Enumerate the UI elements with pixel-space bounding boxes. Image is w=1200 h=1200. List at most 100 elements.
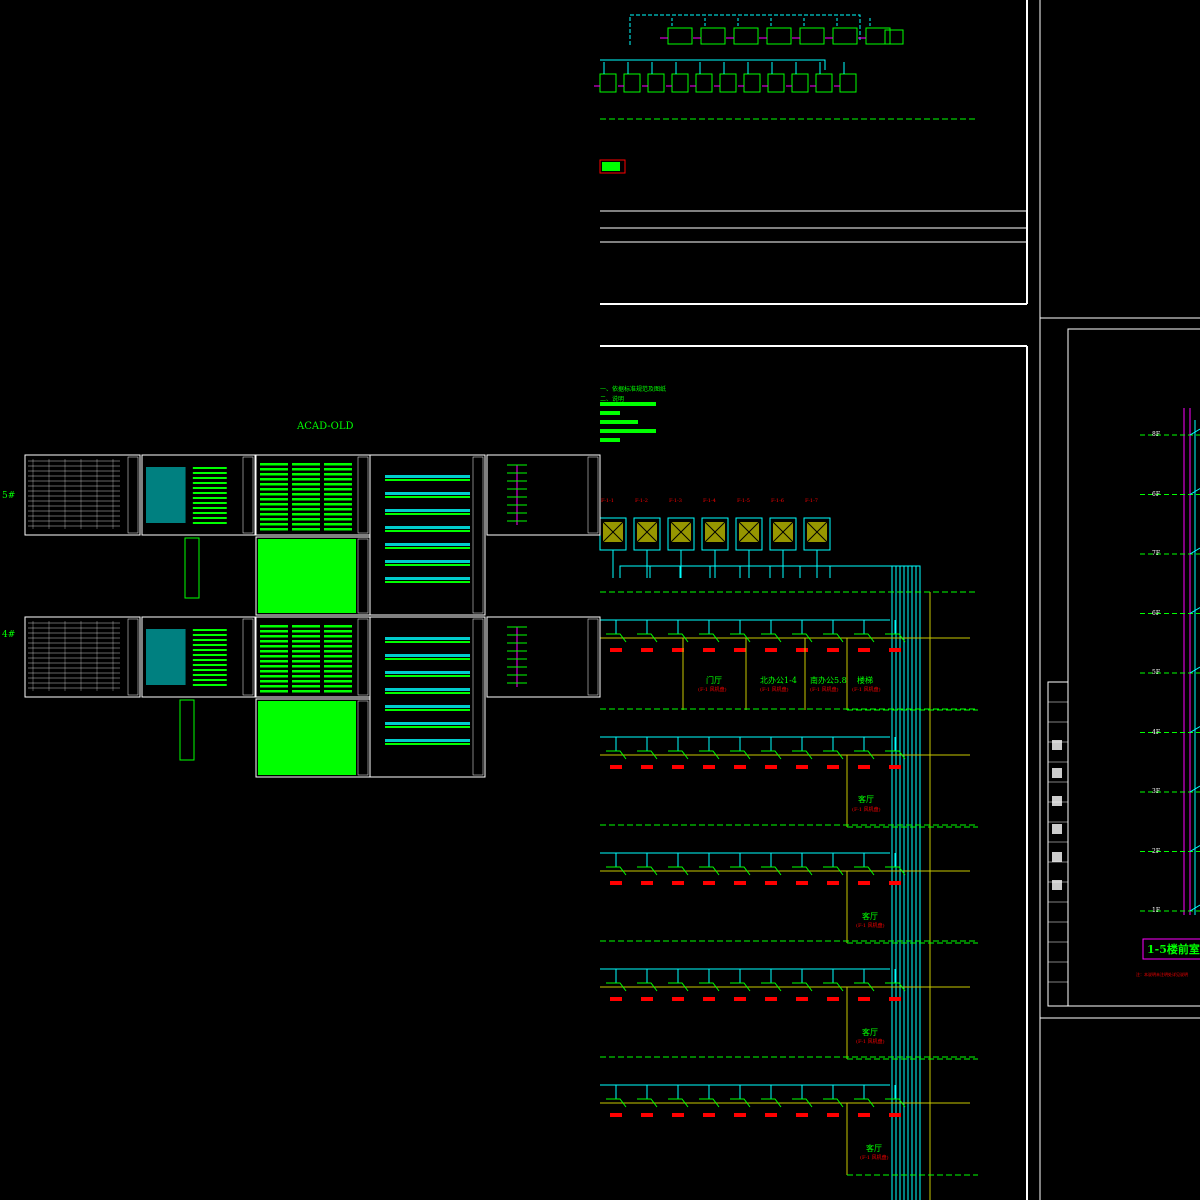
riser-floor-label: 7F bbox=[1152, 550, 1160, 557]
fan-coil-tag bbox=[672, 997, 684, 1001]
unit-tag: F-1-7 bbox=[805, 498, 818, 504]
unit-tag: F-1-5 bbox=[737, 498, 750, 504]
riser-floor-label: 8F bbox=[1152, 431, 1160, 438]
fan-coil-box bbox=[671, 73, 689, 93]
fan-coil-tag bbox=[703, 997, 715, 1001]
fan-coil-tag bbox=[827, 997, 839, 1001]
fan-coil-tag bbox=[672, 648, 684, 652]
fan-coil-tag bbox=[889, 648, 901, 652]
fan-coil-tag bbox=[641, 765, 653, 769]
fan-coil-box bbox=[832, 27, 858, 45]
title-block-text bbox=[1052, 796, 1062, 806]
room-sub-hall-4: (F-1 风机盘) bbox=[856, 1039, 885, 1045]
fan-coil-tag bbox=[734, 881, 746, 885]
title-block-text bbox=[1052, 824, 1062, 834]
fan-coil-tag bbox=[641, 997, 653, 1001]
sheet-legend-strip bbox=[179, 699, 195, 761]
room-sub-stair: (F-1 风机盘) bbox=[852, 687, 881, 693]
room-label-hall-2: 客厅 bbox=[858, 795, 874, 804]
room-label-hall-5: 客厅 bbox=[866, 1144, 882, 1153]
room-label-north-office: 北办公1-4 bbox=[760, 676, 797, 685]
fan-coil-tag bbox=[734, 765, 746, 769]
sheet-thumbnail bbox=[486, 616, 601, 698]
fan-coil-tag bbox=[765, 997, 777, 1001]
fan-coil-tag bbox=[827, 1113, 839, 1117]
unit-tag: F-1-3 bbox=[669, 498, 682, 504]
fan-coil-box bbox=[623, 73, 641, 93]
note-text-line bbox=[600, 411, 620, 415]
cad-drawing-canvas bbox=[24, 0, 1200, 1200]
room-sub-north: (F-1 风机盘) bbox=[760, 687, 789, 693]
fan-coil-box bbox=[766, 27, 792, 45]
fan-coil-tag bbox=[827, 648, 839, 652]
riser-floor-label: 6F bbox=[1152, 490, 1160, 498]
fan-coil-box bbox=[667, 27, 693, 45]
fan-coil-tag bbox=[796, 765, 808, 769]
title-block-text bbox=[1052, 880, 1062, 890]
fan-coil-tag bbox=[734, 997, 746, 1001]
note-text-line bbox=[600, 420, 638, 424]
fan-coil-tag bbox=[672, 1113, 684, 1117]
fan-coil-tag bbox=[796, 648, 808, 652]
top-sheet bbox=[594, 0, 1028, 305]
room-sub-hall-2: (F-1 风机盘) bbox=[852, 807, 881, 813]
unit-tag: F-1-1 bbox=[601, 498, 614, 504]
fan-coil-tag bbox=[610, 648, 622, 652]
sheet-thumbnail bbox=[486, 454, 601, 536]
fan-coil-box bbox=[599, 73, 617, 93]
fan-coil-tag bbox=[858, 997, 870, 1001]
room-label-hall-3: 客厅 bbox=[862, 912, 878, 921]
overview-title: ACAD-OLD bbox=[297, 421, 354, 432]
supply-riser-pipe bbox=[829, 565, 921, 1200]
fan-coil-tag bbox=[734, 1113, 746, 1117]
fan-coil-tag bbox=[610, 881, 622, 885]
fan-coil-box bbox=[884, 29, 904, 45]
fan-coil-tag bbox=[827, 881, 839, 885]
fan-coil-tag bbox=[889, 881, 901, 885]
fan-coil-tag bbox=[796, 997, 808, 1001]
fan-coil-tag bbox=[765, 1113, 777, 1117]
fan-coil-box bbox=[695, 73, 713, 93]
fan-coil-tag bbox=[641, 1113, 653, 1117]
fan-coil-tag bbox=[889, 1113, 901, 1117]
unit-tag: F-1-6 bbox=[771, 498, 784, 504]
fan-coil-tag bbox=[858, 881, 870, 885]
title-block-text bbox=[1052, 740, 1062, 750]
unit-tag: F-1-4 bbox=[703, 498, 716, 504]
fan-coil-tag bbox=[641, 881, 653, 885]
riser-title: 1-5楼前室正 bbox=[1147, 943, 1200, 956]
room-sub-lobby: (F-1 风机盘) bbox=[698, 687, 727, 693]
fan-coil-tag bbox=[796, 1113, 808, 1117]
fan-coil-tag bbox=[858, 648, 870, 652]
fan-coil-tag bbox=[858, 765, 870, 769]
fan-coil-tag bbox=[610, 997, 622, 1001]
fan-coil-box bbox=[700, 27, 726, 45]
fan-coil-box bbox=[815, 73, 833, 93]
fan-coil-tag bbox=[610, 765, 622, 769]
fan-coil-tag bbox=[641, 648, 653, 652]
fan-coil-box bbox=[743, 73, 761, 93]
fan-coil-box bbox=[799, 27, 825, 45]
note-text-line bbox=[600, 438, 620, 442]
fan-coil-tag bbox=[858, 1113, 870, 1117]
riser-floor-label: 1F bbox=[1152, 907, 1160, 914]
riser-note: 注：本说明未注明处详见说明 bbox=[1136, 972, 1188, 977]
fan-coil-tag bbox=[765, 765, 777, 769]
riser-floor-label: 5F bbox=[1152, 669, 1160, 676]
row-label-5: 5# bbox=[2, 491, 16, 501]
fan-coil-box bbox=[719, 73, 737, 93]
title-block-text bbox=[1052, 852, 1062, 862]
note-line-1: 一、依据标准规范及图纸 bbox=[600, 386, 667, 393]
row-label-4: 4# bbox=[2, 630, 16, 640]
sheet-thumbnail bbox=[24, 454, 141, 536]
room-label-south-office: 南办公5.8 bbox=[810, 676, 847, 685]
title-block-text bbox=[1052, 768, 1062, 778]
fan-coil-box bbox=[733, 27, 759, 45]
fan-coil-tag bbox=[827, 765, 839, 769]
riser-floor-label: 4F bbox=[1152, 728, 1160, 736]
room-sub-south: (F-1 风机盘) bbox=[810, 687, 839, 693]
fan-coil-tag bbox=[765, 648, 777, 652]
room-label-hall-4: 客厅 bbox=[862, 1028, 878, 1037]
room-label-lobby: 门厅 bbox=[706, 676, 722, 685]
fan-coil-tag bbox=[610, 1113, 622, 1117]
